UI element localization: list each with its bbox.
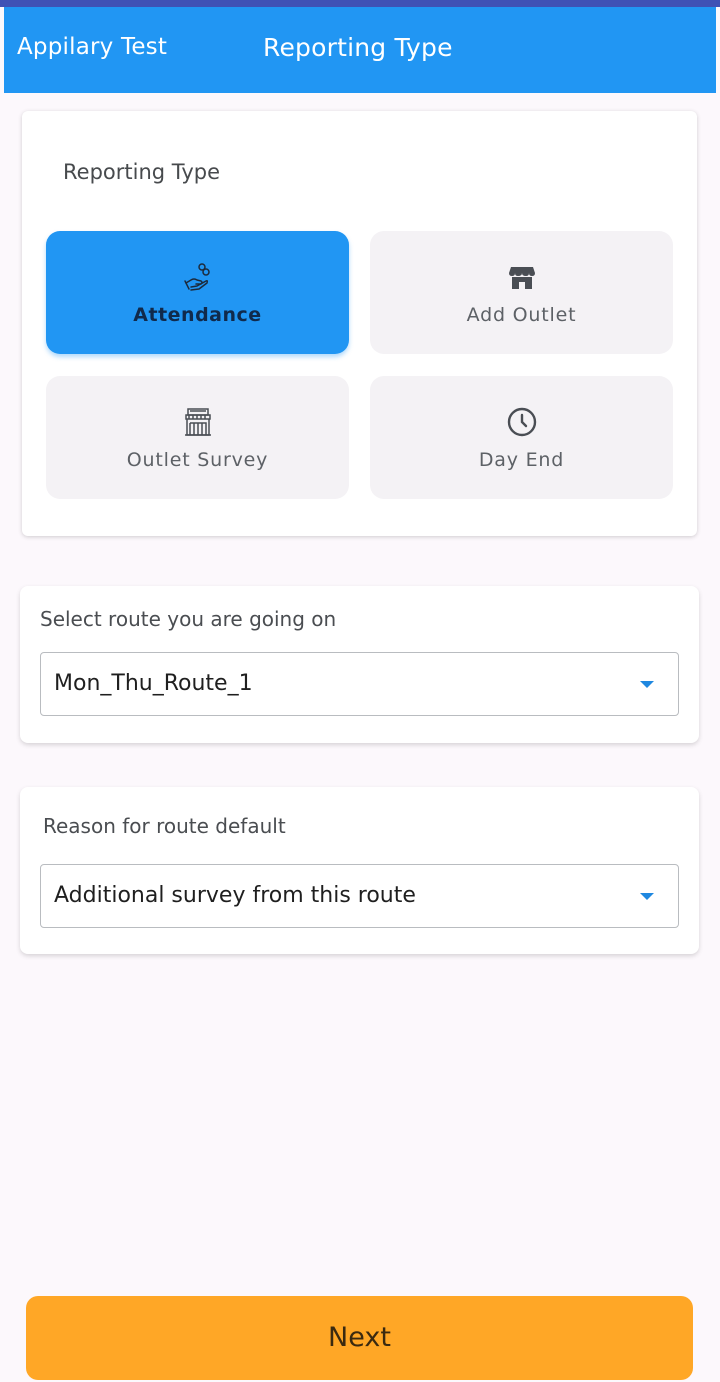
tile-label: Outlet Survey: [126, 449, 269, 471]
status-strip: [0, 0, 720, 7]
shop-building-icon: [184, 408, 211, 436]
route-label: Select route you are going on: [40, 607, 337, 631]
tile-add-outlet[interactable]: Add Outlet: [370, 231, 673, 354]
tile-label: Day End: [478, 449, 565, 471]
tile-label: Attendance: [133, 304, 262, 326]
page-title: Reporting Type: [263, 33, 453, 62]
route-dropdown[interactable]: Mon_Thu_Route_1: [40, 652, 679, 716]
tile-day-end[interactable]: Day End: [370, 376, 673, 499]
route-card: Select route you are going on Mon_Thu_Ro…: [20, 586, 699, 743]
reason-label: Reason for route default: [43, 814, 286, 838]
reason-value: Additional survey from this route: [54, 883, 416, 908]
app-bar: Appilary Test Reporting Type: [4, 7, 716, 93]
next-label: Next: [328, 1322, 391, 1353]
dropdown-arrow-icon: [640, 681, 654, 688]
reason-dropdown[interactable]: Additional survey from this route: [40, 864, 679, 928]
storefront-icon: [508, 267, 535, 289]
reporting-type-card: Reporting Type Attendance Add Outlet Out…: [22, 111, 697, 536]
clock-icon: [507, 407, 536, 437]
dropdown-arrow-icon: [640, 893, 654, 900]
app-name: Appilary Test: [17, 34, 168, 60]
reporting-type-heading: Reporting Type: [63, 160, 220, 184]
next-button[interactable]: Next: [26, 1296, 693, 1380]
screen: Appilary Test Reporting Type Reporting T…: [0, 0, 720, 1382]
route-value: Mon_Thu_Route_1: [54, 671, 253, 696]
tile-outlet-survey[interactable]: Outlet Survey: [46, 376, 349, 499]
reason-card: Reason for route default Additional surv…: [20, 787, 699, 954]
tile-attendance[interactable]: Attendance: [46, 231, 349, 354]
tile-label: Add Outlet: [466, 304, 577, 326]
hand-coins-icon: [183, 263, 210, 291]
